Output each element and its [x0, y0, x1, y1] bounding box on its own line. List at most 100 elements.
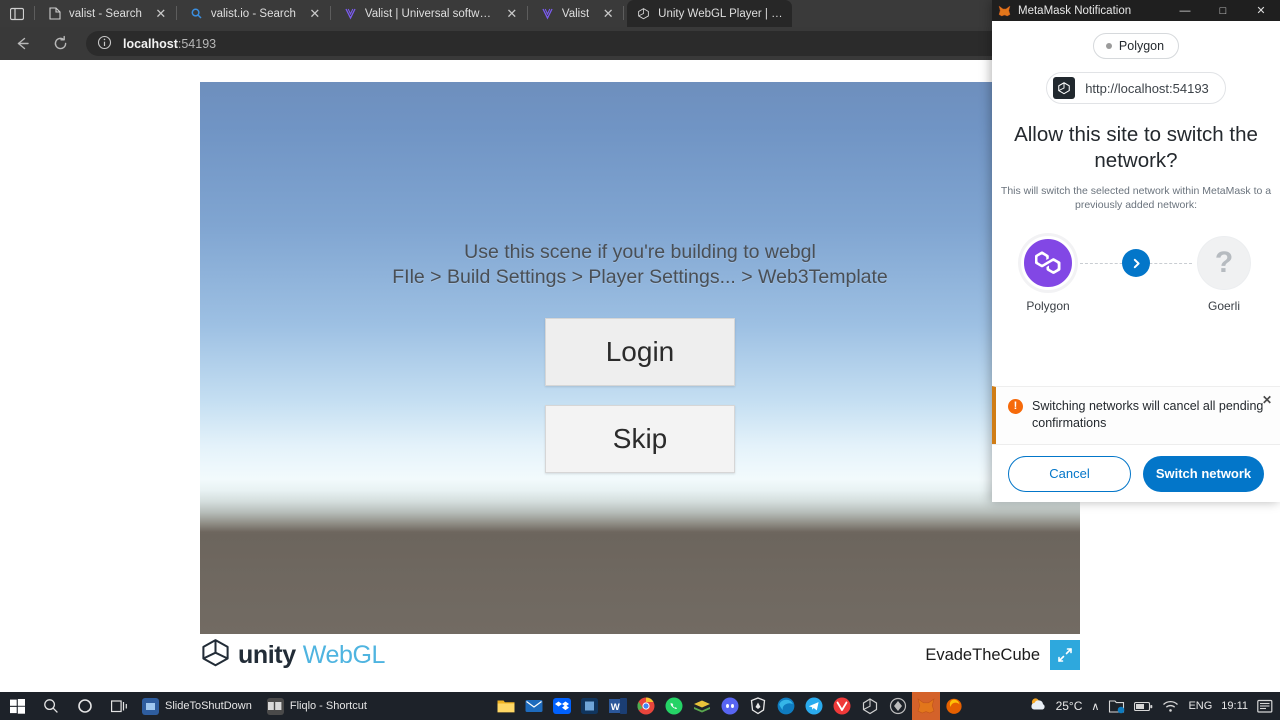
question-glyph: ? — [1214, 246, 1234, 279]
mail-icon[interactable] — [520, 692, 548, 720]
reload-button[interactable] — [44, 30, 76, 58]
login-button[interactable]: Login — [545, 318, 735, 386]
taskbar-left: SlideToShutDown Fliqlo - Shortcut — [0, 692, 376, 720]
tray-chevron-icon[interactable]: ∧ — [1091, 692, 1099, 720]
slidetoshutdown-icon — [142, 697, 159, 715]
tab-close-icon[interactable]: ✕ — [503, 5, 521, 23]
switch-network-button[interactable]: Switch network — [1143, 455, 1264, 492]
telegram-icon[interactable] — [800, 692, 828, 720]
warning-icon: ! — [1008, 399, 1023, 414]
unity-icon[interactable] — [856, 692, 884, 720]
fullscreen-icon[interactable] — [1050, 640, 1080, 670]
fliqlo-icon — [266, 697, 284, 715]
browser-tab-title: valist.io - Search — [210, 7, 296, 20]
save-app-icon[interactable] — [576, 692, 604, 720]
minimize-button[interactable]: — — [1166, 0, 1204, 21]
browser-tab-2[interactable]: valist.io - Search ✕ — [180, 0, 330, 27]
windows-start-icon[interactable] — [0, 692, 34, 720]
edge-icon[interactable] — [772, 692, 800, 720]
taskbar-task-slidetoshutdown[interactable]: SlideToShutDown — [136, 692, 261, 720]
cancel-button[interactable]: Cancel — [1008, 455, 1131, 492]
books-icon[interactable] — [688, 692, 716, 720]
taskbar-task-fliqlo[interactable]: Fliqlo - Shortcut — [261, 692, 376, 720]
dialog-actions: Cancel Switch network — [992, 444, 1280, 502]
to-network-node: ? Goerli — [1196, 236, 1252, 313]
clock[interactable]: 19:11 — [1221, 692, 1248, 720]
chevron-right-icon — [1122, 249, 1150, 277]
unity-wordmark: unity — [238, 640, 296, 669]
task-label: Fliqlo - Shortcut — [289, 700, 367, 712]
wifi-icon[interactable] — [1162, 692, 1179, 720]
chrome-icon[interactable] — [632, 692, 660, 720]
onedrive-icon[interactable] — [1108, 692, 1125, 720]
task-view-icon[interactable] — [102, 692, 136, 720]
unity-hint-line2: FIle > Build Settings > Player Settings.… — [392, 266, 888, 288]
info-icon[interactable] — [97, 35, 114, 52]
unity-footer-right: EvadeTheCube — [925, 640, 1080, 670]
valist-icon — [343, 6, 358, 21]
alert-text: Switching networks will cancel all pendi… — [1032, 399, 1264, 430]
whatsapp-icon[interactable] — [660, 692, 688, 720]
browser-tab-1[interactable]: valist - Search ✕ — [38, 0, 176, 27]
search-icon[interactable] — [34, 692, 68, 720]
word-icon[interactable]: W — [604, 692, 632, 720]
discord-icon[interactable] — [716, 692, 744, 720]
metamask-body: Polygon http://localhost:54193 Allow thi… — [992, 21, 1280, 502]
unity-canvas[interactable]: Use this scene if you're building to web… — [200, 82, 1080, 634]
network-switch-flow: Polygon ? Goerli — [1020, 236, 1252, 313]
unity-icon — [1053, 77, 1076, 99]
browser-tab-4[interactable]: Valist ✕ — [531, 0, 623, 27]
battery-icon[interactable] — [1134, 692, 1153, 720]
tab-separator — [623, 6, 625, 20]
dialog-heading: Allow this site to switch the network? — [1014, 123, 1258, 172]
network-pill-label: Polygon — [1118, 39, 1165, 53]
metamask-window-title: MetaMask Notification — [1018, 4, 1132, 17]
maximize-button[interactable]: □ — [1204, 0, 1242, 21]
valist-icon — [540, 6, 555, 21]
unity-app-title: EvadeTheCube — [925, 645, 1040, 664]
tab-close-icon[interactable]: ✕ — [152, 5, 170, 23]
close-button[interactable]: ✕ — [1242, 0, 1280, 21]
back-button[interactable] — [6, 30, 38, 58]
network-pill[interactable]: Polygon — [1092, 33, 1180, 59]
unity-player: Use this scene if you're building to web… — [200, 82, 1080, 634]
dropbox-icon[interactable] — [548, 692, 576, 720]
vivaldi-icon[interactable] — [828, 692, 856, 720]
dialog-subtext: This will switch the selected network wi… — [1000, 185, 1272, 211]
unity-hub-icon[interactable] — [884, 692, 912, 720]
tab-separator — [526, 6, 528, 20]
browser-tab-5-active[interactable]: Unity WebGL Player | EvadeT — [627, 0, 793, 27]
browser-tab-3[interactable]: Valist | Universal software deploy ✕ — [334, 0, 527, 27]
tab-separator — [175, 6, 177, 20]
metamask-icon[interactable] — [911, 692, 940, 720]
brave-icon[interactable] — [744, 692, 772, 720]
firefox-icon[interactable] — [940, 692, 968, 720]
tab-separator — [329, 6, 331, 20]
notifications-icon[interactable] — [1257, 692, 1274, 720]
tab-close-icon[interactable]: ✕ — [306, 5, 324, 23]
unity-logo: unity WebGL — [200, 637, 385, 673]
metamask-fox-icon — [998, 4, 1011, 17]
browser-tab-title: valist - Search — [69, 7, 142, 20]
unity-cube-icon — [200, 637, 231, 673]
partly-cloudy-icon — [1028, 696, 1050, 716]
file-explorer-icon[interactable] — [492, 692, 520, 720]
question-mark-icon: ? — [1197, 236, 1251, 290]
task-label: SlideToShutDown — [165, 700, 252, 712]
to-network-label: Goerli — [1207, 299, 1240, 313]
cortana-icon[interactable] — [68, 692, 102, 720]
screen: valist - Search ✕ valist.io - Search ✕ V… — [0, 0, 1280, 720]
url-text: localhost:54193 — [123, 37, 216, 51]
skip-button[interactable]: Skip — [545, 405, 735, 473]
unity-icon — [636, 6, 651, 21]
unity-scene-hint: Use this scene if you're building to web… — [200, 240, 1080, 290]
polygon-icon — [1021, 236, 1075, 290]
browser-tab-title: Valist — [561, 7, 590, 20]
tab-overview-button[interactable] — [0, 0, 34, 27]
tab-close-icon[interactable]: ✕ — [599, 5, 617, 23]
browser-tab-title: Unity WebGL Player | EvadeT — [658, 7, 786, 20]
language-indicator[interactable]: ENG — [1188, 692, 1212, 720]
alert-close-icon[interactable]: ✕ — [1262, 394, 1272, 406]
weather-widget[interactable]: 25°C — [1028, 696, 1082, 716]
page-icon — [47, 6, 62, 21]
